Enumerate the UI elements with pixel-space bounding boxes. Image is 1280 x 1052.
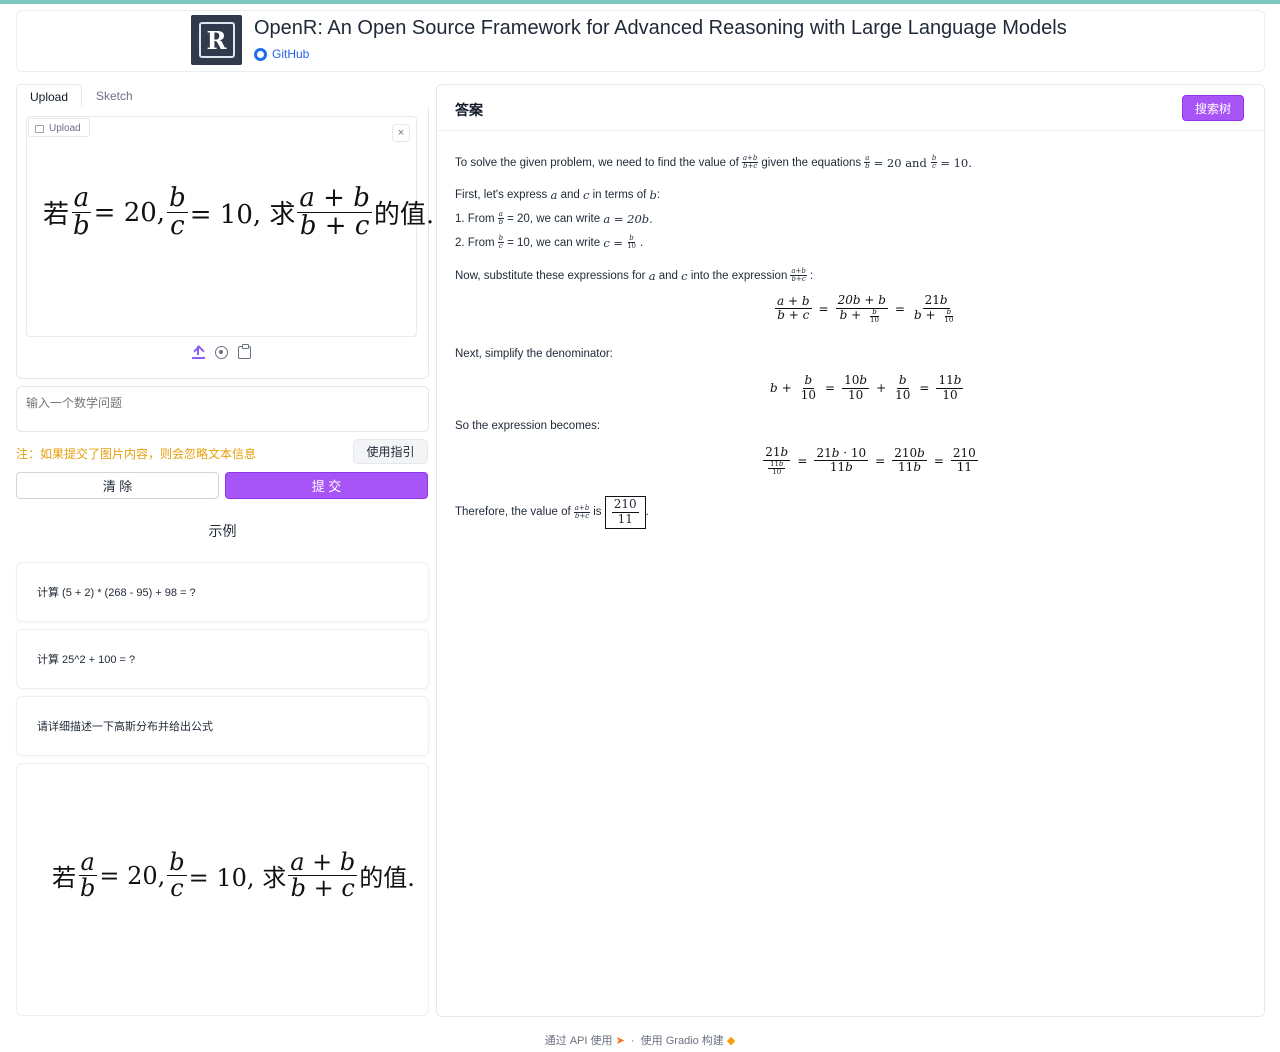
answer-becomes: So the expression becomes: (455, 420, 601, 432)
gradio-link[interactable]: 使用 Gradio 构建 (641, 1035, 724, 1047)
example-math-image: 若 ab = 20, bc = 10, 求 a + bb + c 的值. (52, 848, 415, 903)
math-frac-a-b: ab (71, 183, 92, 242)
example-item[interactable]: 计算 (5 + 2) * (268 - 95) + 98 = ? (16, 562, 429, 622)
question-input[interactable] (16, 386, 429, 432)
equation-substitution: a + bb + c = 20b + bb + b 10 = 21b b + b 10 (775, 293, 954, 324)
gradio-logo-icon: ◆ (726, 1035, 736, 1047)
upload-icon[interactable] (192, 345, 205, 359)
tab-upload[interactable]: Upload (16, 84, 83, 108)
answer-header (436, 84, 1265, 131)
math-prefix: 若 (43, 200, 70, 231)
tab-sketch[interactable]: Sketch (83, 84, 146, 108)
final-answer-box: 210 11 (604, 496, 646, 529)
math-suffix: 的值. (373, 200, 435, 231)
example-item[interactable]: 计算 25^2 + 100 = ? (16, 629, 429, 689)
uploaded-math-image: 若 ab = 20, bc = 10, 求 a + bb + c 的值. (43, 183, 435, 242)
clipboard-icon[interactable] (238, 343, 251, 359)
openr-logo: R (191, 15, 242, 65)
github-icon (254, 47, 267, 61)
logo-letter: R (198, 22, 235, 58)
footer: 通过 API 使用 ➤ · 使用 Gradio 构建 ◆ (544, 1035, 736, 1047)
search-tree-button[interactable]: 搜索树 (1182, 95, 1244, 121)
answer-simplify: Next, simplify the denominator: (455, 348, 613, 360)
app-title: OpenR: An Open Source Framework for Adva… (254, 17, 1067, 39)
clear-button[interactable]: 清 除 (16, 472, 219, 499)
math-eq1: = 20, (93, 197, 166, 228)
webcam-icon[interactable] (215, 345, 228, 359)
equation-denominator: b + b 10 = 10b 10 + b 10 = 11b 10 (770, 373, 964, 402)
top-accent-bar (0, 0, 1280, 4)
answer-first: First, let's express a and c in terms of… (455, 188, 661, 202)
math-eq2: = 10, 求 (189, 200, 296, 231)
answer-substitute: Now, substitute these expressions for a … (455, 267, 814, 283)
math-frac-b-c: bc (167, 183, 188, 242)
github-link[interactable]: GitHub (254, 47, 309, 61)
api-link[interactable]: 通过 API 使用 (545, 1035, 613, 1047)
answer-step-2: 2. From bc = 10, we can write c = b 10. (455, 234, 644, 250)
github-label: GitHub (272, 47, 310, 61)
math-frac-target: a + bb + c (297, 183, 372, 242)
clear-image-button[interactable]: × (392, 124, 410, 142)
examples-title: 示例 (208, 523, 237, 539)
answer-intro: To solve the given problem, we need to f… (455, 154, 972, 170)
equation-result: 21b 11b 10 = 21b · 10 11 b = 210b 11 b = 210 11 (763, 445, 978, 476)
guide-button[interactable]: 使用指引 (353, 439, 428, 464)
example-item[interactable]: 请详细描述一下高斯分布并给出公式 (16, 696, 429, 756)
upload-badge-label: Upload (49, 123, 81, 134)
image-icon (35, 124, 44, 133)
answer-therefore: Therefore, the value of a+b b+c is 210 11 … (455, 496, 649, 529)
rocket-icon: ➤ (615, 1035, 625, 1047)
answer-title: 答案 (455, 102, 483, 118)
submit-button[interactable]: 提 交 (225, 472, 428, 499)
image-priority-note: 注：如果提交了图片内容，则会忽略文本信息 (16, 447, 257, 461)
image-toolbar (26, 337, 417, 367)
answer-step-1: 1. From ab = 20, we can write a = 20b. (455, 210, 653, 226)
upload-badge: Upload (28, 118, 90, 137)
